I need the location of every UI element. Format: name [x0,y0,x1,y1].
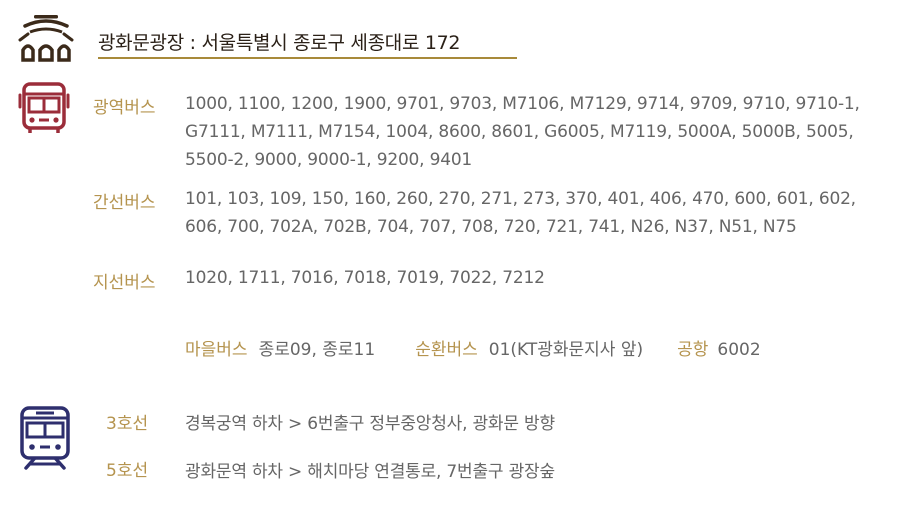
subway-line-5-label: 5호선 [106,461,149,481]
airport-bus-routes: 6002 [717,340,761,360]
palace-gate-icon [18,12,74,66]
circular-bus-label: 순환버스 [415,340,478,360]
village-bus-routes: 종로09, 종로11 [258,340,376,360]
airport-bus-label: 공항 [677,340,709,360]
village-bus-label: 마을버스 [185,340,248,360]
trunk-bus-routes: 101, 103, 109, 150, 160, 260, 270, 271, … [185,189,856,237]
bus-icon [18,81,70,139]
branch-bus-routes: 1020, 1711, 7016, 7018, 7019, 7022, 7212 [185,268,545,288]
location-title: 광화문광장 : 서울특별시 종로구 세종대로 172 [98,32,461,54]
circular-bus-routes: 01(KT광화문지사 앞) [488,340,644,360]
trunk-bus-label: 간선버스 [93,193,156,213]
other-bus-row: 마을버스 종로09, 종로11 순환버스 01(KT광화문지사 앞) 공항 60… [185,335,761,360]
subway-line-3-desc: 경복궁역 하차 > 6번출구 정부중앙청사, 광화문 방향 [185,414,555,434]
wide-area-bus-label: 광역버스 [93,98,156,118]
title-underline [98,57,517,59]
branch-bus-label: 지선버스 [93,273,156,293]
subway-train-icon [18,405,72,475]
subway-line-5-desc: 광화문역 하차 > 해치마당 연결통로, 7번출구 광장숲 [185,462,555,482]
wide-area-bus-routes: 1000, 1100, 1200, 1900, 9701, 9703, M710… [185,94,860,170]
subway-line-3-label: 3호선 [106,414,149,434]
